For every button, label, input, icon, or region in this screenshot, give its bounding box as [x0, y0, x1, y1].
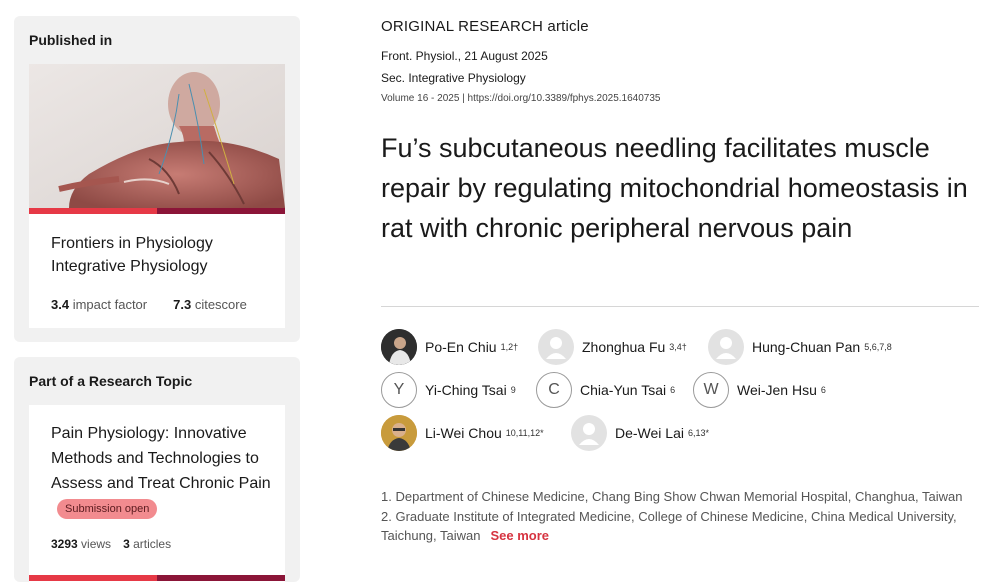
author-name: De-Wei Lai — [615, 425, 684, 441]
journal-card[interactable]: Frontiers in Physiology Integrative Phys… — [29, 64, 285, 328]
journal-metrics: 3.4 impact factor 7.3 citescore — [51, 297, 247, 312]
author-name: Po-En Chiu — [425, 339, 497, 355]
author-name: Zhonghua Fu — [582, 339, 666, 355]
author-affiliation: 6 — [670, 385, 676, 395]
author-name: Hung-Chuan Pan — [752, 339, 861, 355]
author-chia-yun-tsai[interactable]: C Chia-Yun Tsai 6 — [536, 372, 675, 408]
topic-metrics: 3293 views 3 articles — [51, 537, 171, 551]
article-section-link[interactable]: Sec. Integrative Physiology — [381, 71, 526, 85]
author-initial-icon: W — [693, 372, 729, 408]
default-user-icon — [571, 415, 607, 451]
author-affiliation: 9 — [510, 385, 516, 395]
submission-open-badge: Submission open — [57, 498, 158, 519]
author-name: Li-Wei Chou — [425, 425, 502, 441]
author-li-wei-chou[interactable]: Li-Wei Chou 10,11,12* — [381, 415, 544, 451]
journal-name-link[interactable]: Frontiers in Physiology — [51, 232, 213, 255]
author-affiliation: 3,4† — [669, 342, 687, 352]
default-user-icon — [538, 329, 574, 365]
author-affiliation: 1,2† — [500, 342, 519, 352]
affiliations-list: 1. Department of Chinese Medicine, Chang… — [381, 487, 971, 546]
citescore: 7.3 citescore — [173, 297, 247, 312]
published-in-heading: Published in — [29, 32, 113, 48]
research-topic-heading: Part of a Research Topic — [29, 373, 193, 389]
impact-factor: 3.4 impact factor — [51, 297, 148, 312]
doi-link[interactable]: https://doi.org/10.3389/fphys.2025.16407… — [468, 93, 661, 104]
author-affiliation: 10,11,12* — [505, 428, 544, 438]
affiliation-item: 1. Department of Chinese Medicine, Chang… — [381, 489, 963, 504]
topic-title-link[interactable]: Pain Physiology: Innovative Methods and … — [51, 421, 271, 521]
author-de-wei-lai[interactable]: De-Wei Lai 6,13* — [571, 415, 709, 451]
author-po-en-chiu[interactable]: Po-En Chiu 1,2† — [381, 329, 518, 365]
brand-stripe — [29, 208, 285, 214]
brand-stripe — [29, 575, 285, 581]
see-more-link[interactable]: See more — [491, 528, 550, 543]
author-yi-ching-tsai[interactable]: Y Yi-Ching Tsai 9 — [381, 372, 516, 408]
author-initial-icon: Y — [381, 372, 417, 408]
journal-cover-image[interactable] — [29, 64, 285, 208]
article-title: Fu’s subcutaneous needling facilitates m… — [381, 133, 968, 243]
topic-views: 3293 views — [51, 537, 112, 551]
author-name: Chia-Yun Tsai — [580, 382, 667, 398]
topic-card[interactable]: Pain Physiology: Innovative Methods and … — [29, 405, 285, 582]
journal-date: Front. Physiol., 21 August 2025 — [381, 49, 548, 63]
author-hung-chuan-pan[interactable]: Hung-Chuan Pan 5,6,7,8 — [708, 329, 892, 365]
published-in-card: Published in Frontiers in Physiology Int… — [14, 16, 300, 342]
author-affiliation: 6 — [820, 385, 826, 395]
affiliation-item: 2. Graduate Institute of Integrated Medi… — [381, 508, 957, 544]
author-affiliation: 5,6,7,8 — [864, 342, 892, 352]
author-avatar — [381, 415, 417, 451]
article-type: ORIGINAL RESEARCH article — [381, 18, 589, 35]
author-name: Yi-Ching Tsai — [425, 382, 507, 398]
author-affiliation: 6,13* — [688, 428, 710, 438]
volume-doi: Volume 16 - 2025 | https://doi.org/10.33… — [381, 93, 661, 104]
author-avatar — [381, 329, 417, 365]
topic-articles: 3 articles — [123, 537, 172, 551]
divider — [381, 306, 979, 307]
author-zhonghua-fu[interactable]: Zhonghua Fu 3,4† — [538, 329, 687, 365]
author-initial-icon: C — [536, 372, 572, 408]
author-wei-jen-hsu[interactable]: W Wei-Jen Hsu 6 — [693, 372, 826, 408]
default-user-icon — [708, 329, 744, 365]
journal-section: Integrative Physiology — [51, 258, 208, 275]
author-name: Wei-Jen Hsu — [737, 382, 817, 398]
research-topic-card: Part of a Research Topic Pain Physiology… — [14, 357, 300, 582]
